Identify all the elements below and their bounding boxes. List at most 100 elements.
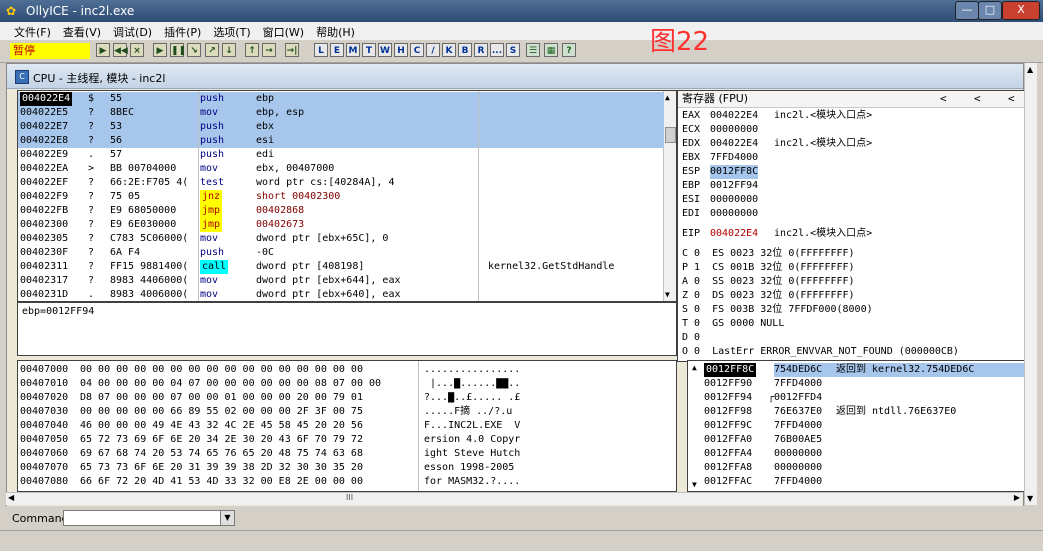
flag-row[interactable]: T 0 GS 0000 NULL — [682, 317, 784, 331]
flag-row[interactable]: P 1 CS 001B 32位 0(FFFFFFFF) — [682, 261, 855, 275]
toolbar-button-20[interactable]: B — [458, 43, 472, 57]
toolbar-button-12[interactable]: E — [330, 43, 344, 57]
disasm-row[interactable]: 0040230F? 6A F4 push -0C — [18, 246, 664, 260]
dump-row[interactable]: 00407080 66 6F 72 20 4D 41 53 4D 33 32 00… — [18, 475, 674, 489]
dump-row[interactable]: 00407060 69 67 68 74 20 53 74 65 76 65 20… — [18, 447, 674, 461]
window-scrollbar[interactable]: ▲ ▼ — [1024, 63, 1037, 505]
stack-row[interactable]: 0012FFAC 7FFD4000 — [688, 475, 1022, 489]
toolbar-button-24[interactable]: ☰ — [526, 43, 540, 57]
toolbar-button-21[interactable]: R — [474, 43, 488, 57]
dump-row[interactable]: 00407010 04 00 00 00 00 04 07 00 00 00 00… — [18, 377, 674, 391]
disasm-row[interactable]: 004022E7? 53 push ebx — [18, 120, 664, 134]
register-value[interactable]: 7FFD4000 — [710, 151, 758, 165]
toolbar-button-11[interactable]: L — [314, 43, 328, 57]
disasm-row[interactable]: 004022E5? 8BEC mov ebp, esp — [18, 106, 664, 120]
scroll-thumb[interactable] — [665, 127, 676, 143]
disasm-row[interactable]: 004022E9. 57 push edi — [18, 148, 664, 162]
stack-row[interactable]: 0012FF90 7FFD4000 — [688, 377, 1022, 391]
disasm-row[interactable]: 00402311? FF15 9881400(call dword ptr [408… — [18, 260, 664, 274]
menu-item[interactable]: 插件(P) — [158, 22, 207, 40]
stack-row[interactable]: 0012FF8C 754DED6C 返回到 kernel32.754DED6C — [688, 363, 1024, 377]
minimize-button[interactable]: — — [955, 1, 979, 20]
toolbar-button-5[interactable]: ↘ — [187, 43, 201, 57]
toolbar-button-19[interactable]: K — [442, 43, 456, 57]
register-value[interactable]: 0012FF94 — [710, 179, 758, 193]
toolbar-button-9[interactable]: → — [262, 43, 276, 57]
scroll-right-icon[interactable]: ▶ — [1014, 493, 1020, 502]
disasm-row[interactable]: 004022FB? E9 68050000 jmp 00402868 — [18, 204, 664, 218]
disasm-row[interactable]: 00402317? 8983 4406000(mov dword ptr [ebx+… — [18, 274, 664, 288]
toolbar-button-1[interactable]: ◀◀ — [113, 43, 128, 57]
register-value[interactable]: 004022E4 — [710, 137, 758, 151]
menu-item[interactable]: 窗口(W) — [257, 22, 310, 40]
disasm-row[interactable]: 004022E8? 56 push esi — [18, 134, 664, 148]
toolbar-button-6[interactable]: ↗ — [205, 43, 219, 57]
window-scroll-down-icon[interactable]: ▼ — [1027, 494, 1033, 503]
menu-item[interactable]: 帮助(H) — [310, 22, 361, 40]
register-value[interactable]: 0012FF8C — [710, 165, 759, 179]
flag-row[interactable]: S 0 FS 003B 32位 7FFDF000(8000) — [682, 303, 873, 317]
eip-register-value[interactable]: 004022E4 — [710, 227, 758, 241]
disassembly-pane[interactable]: ▲ ▼ 004022E4 $55 push ebp 004022E5? 8BEC mov eb… — [17, 90, 677, 302]
register-value[interactable]: 00000000 — [710, 207, 758, 221]
toolbar-button-18[interactable]: / — [426, 43, 440, 57]
disasm-row[interactable]: 00402300? E9 6E030000 jmp 00402673 — [18, 218, 664, 232]
dump-row[interactable]: 00407040 46 00 00 00 49 4E 43 32 4C 2E 45… — [18, 419, 674, 433]
dump-row[interactable]: 00407070 65 73 73 6F 6E 20 31 39 39 38 2D… — [18, 461, 674, 475]
window-scroll-up-icon[interactable]: ▲ — [1027, 65, 1033, 74]
menu-item[interactable]: 调试(D) — [107, 22, 158, 40]
stack-row[interactable]: 0012FF94 0012FFD4 ┌ — [688, 391, 1022, 405]
stack-row[interactable]: 0012FFA0 76B00AE5 — [688, 433, 1022, 447]
toolbar-button-22[interactable]: ... — [490, 43, 504, 57]
stack-row[interactable]: 0012FF9C 7FFD4000 — [688, 419, 1022, 433]
toolbar-button-4[interactable]: ❚❚ — [170, 43, 186, 57]
dump-row[interactable]: 00407030 00 00 00 00 00 66 89 55 02 00 00… — [18, 405, 674, 419]
dump-row[interactable]: 00407050 65 72 73 69 6F 6E 20 34 2E 30 20… — [18, 433, 674, 447]
flag-row[interactable]: A 0 SS 0023 32位 0(FFFFFFFF) — [682, 275, 855, 289]
scroll-grip[interactable]: III — [346, 493, 353, 502]
toolbar-button-14[interactable]: T — [362, 43, 376, 57]
scroll-left-icon[interactable]: ◀ — [8, 493, 14, 502]
toolbar-button-8[interactable]: ↑ — [245, 43, 259, 57]
toolbar-button-7[interactable]: ↓ — [222, 43, 236, 57]
flag-row[interactable]: Z 0 DS 0023 32位 0(FFFFFFFF) — [682, 289, 855, 303]
disasm-row[interactable]: 004022EA > BB 00704000 mov ebx, 00407000 — [18, 162, 664, 176]
toolbar-button-0[interactable]: ▶ — [96, 43, 110, 57]
toolbar-button-17[interactable]: C — [410, 43, 424, 57]
toolbar-button-16[interactable]: H — [394, 43, 408, 57]
disasm-row[interactable]: 004022E4 $55 push ebp — [18, 92, 664, 106]
command-input[interactable] — [63, 510, 235, 526]
toolbar-button-13[interactable]: M — [346, 43, 360, 57]
disasm-row[interactable]: 0040231D. 8983 4006000(mov dword ptr [ebx+… — [18, 288, 664, 301]
flag-row[interactable]: D 0 — [682, 331, 700, 345]
dump-row[interactable]: 00407000 00 00 00 00 00 00 00 00 00 00 00… — [18, 363, 674, 377]
scroll-down-arrow-icon[interactable]: ▼ — [665, 290, 670, 299]
disasm-row[interactable]: 004022F9? 75 05 jnz short 00402300 — [18, 190, 664, 204]
toolbar-button-25[interactable]: ▦ — [544, 43, 558, 57]
menu-item[interactable]: 文件(F) — [8, 22, 57, 40]
toolbar-button-3[interactable]: ▶ — [153, 43, 167, 57]
horizontal-scrollbar[interactable]: ◀ III ▶ — [6, 492, 1022, 505]
flag-row[interactable]: O 0 LastErr ERROR_ENVVAR_NOT_FOUND (0000… — [682, 345, 959, 359]
scroll-up-arrow-icon[interactable]: ▲ — [665, 93, 670, 102]
disasm-row[interactable]: 004022EF? 66:2E:F705 4(test word ptr cs:[4… — [18, 176, 664, 190]
toolbar-button-15[interactable]: W — [378, 43, 392, 57]
register-value[interactable]: 004022E4 — [710, 109, 758, 123]
menu-item[interactable]: 选项(T) — [207, 22, 256, 40]
maximize-button[interactable]: □ — [978, 1, 1002, 20]
toolbar-button-10[interactable]: →| — [285, 43, 299, 57]
register-value[interactable]: 00000000 — [710, 193, 758, 207]
stack-row[interactable]: 0012FFA4 00000000 — [688, 447, 1022, 461]
memory-dump-pane[interactable]: 00407000 00 00 00 00 00 00 00 00 00 00 00… — [17, 360, 677, 492]
close-button[interactable]: X — [1002, 1, 1040, 20]
register-value[interactable]: 00000000 — [710, 123, 758, 137]
stack-pane[interactable]: ▲ ▼ 0012FF8C 754DED6C 返回到 kernel32.754DED6C 0… — [687, 360, 1025, 492]
menu-item[interactable]: 查看(V) — [57, 22, 107, 40]
stack-row[interactable]: 0012FFA8 00000000 — [688, 461, 1022, 475]
flag-row[interactable]: C 0 ES 0023 32位 0(FFFFFFFF) — [682, 247, 855, 261]
register-view-arrow[interactable]: < — [974, 92, 981, 106]
disassembly-scrollbar[interactable]: ▲ ▼ — [663, 91, 676, 301]
toolbar-button-2[interactable]: × — [130, 43, 144, 57]
toolbar-button-23[interactable]: S — [506, 43, 520, 57]
dump-row[interactable]: 00407020 D8 07 00 00 00 07 00 00 01 00 00… — [18, 391, 674, 405]
